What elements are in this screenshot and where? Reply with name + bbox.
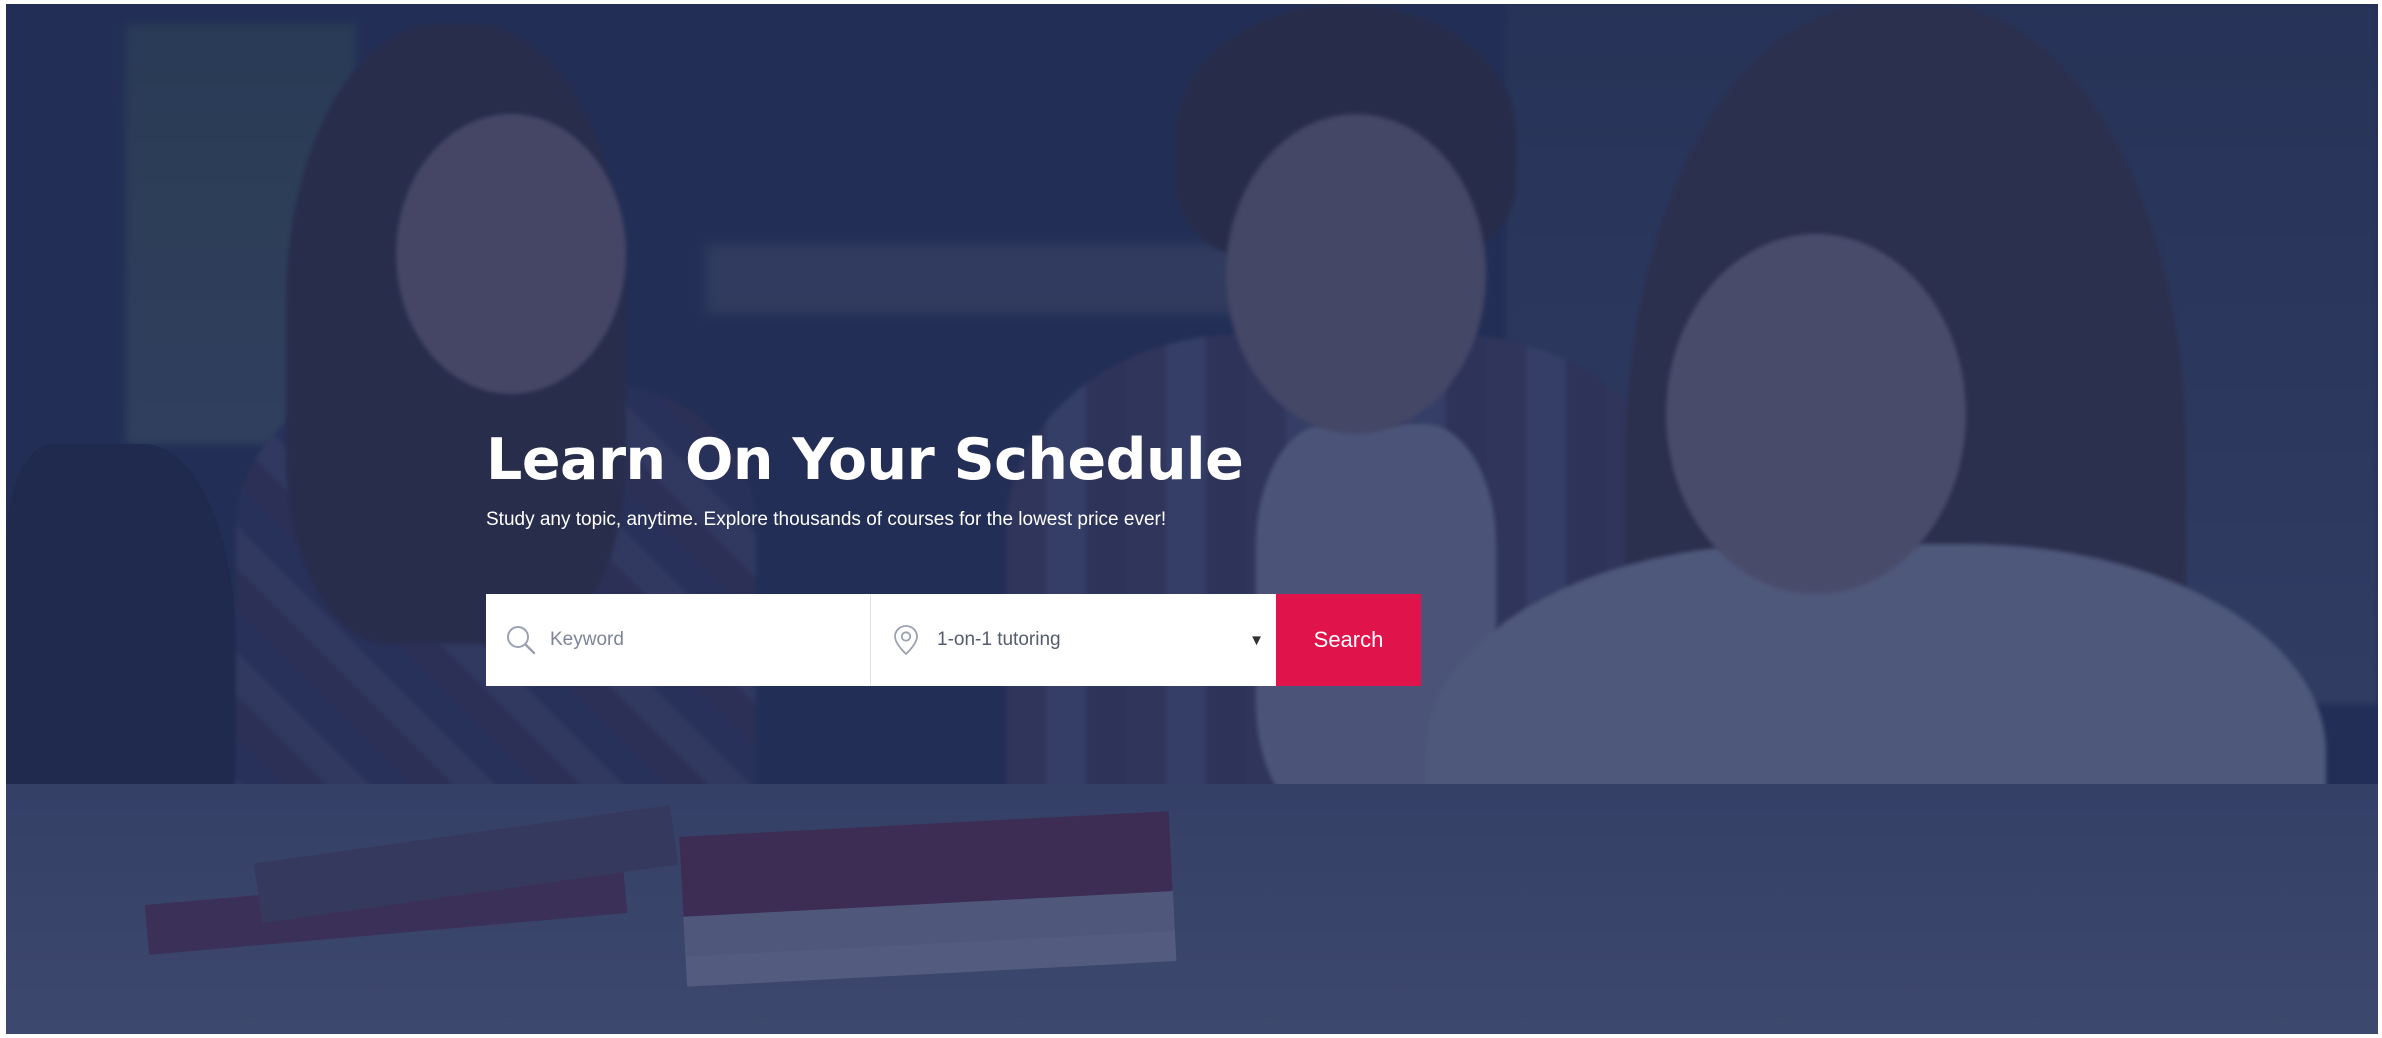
search-bar: 1-on-1 tutoring ▼ Search xyxy=(486,594,1421,686)
keyword-field[interactable] xyxy=(486,594,871,686)
keyword-input[interactable] xyxy=(548,628,852,652)
tutoring-type-select[interactable]: 1-on-1 tutoring ▼ xyxy=(871,594,1276,686)
tutoring-type-value: 1-on-1 tutoring xyxy=(937,629,1061,650)
chevron-down-icon[interactable]: ▼ xyxy=(1249,632,1264,649)
hero-title: Learn On Your Schedule xyxy=(486,427,1244,493)
search-button[interactable]: Search xyxy=(1276,594,1421,686)
hero-content: Learn On Your Schedule Study any topic, … xyxy=(486,424,1486,686)
location-pin-icon xyxy=(894,625,918,656)
search-icon xyxy=(507,626,536,655)
hero-section: Learn On Your Schedule Study any topic, … xyxy=(6,4,2378,1034)
hero-subtitle: Study any topic, anytime. Explore thousa… xyxy=(486,509,1167,530)
